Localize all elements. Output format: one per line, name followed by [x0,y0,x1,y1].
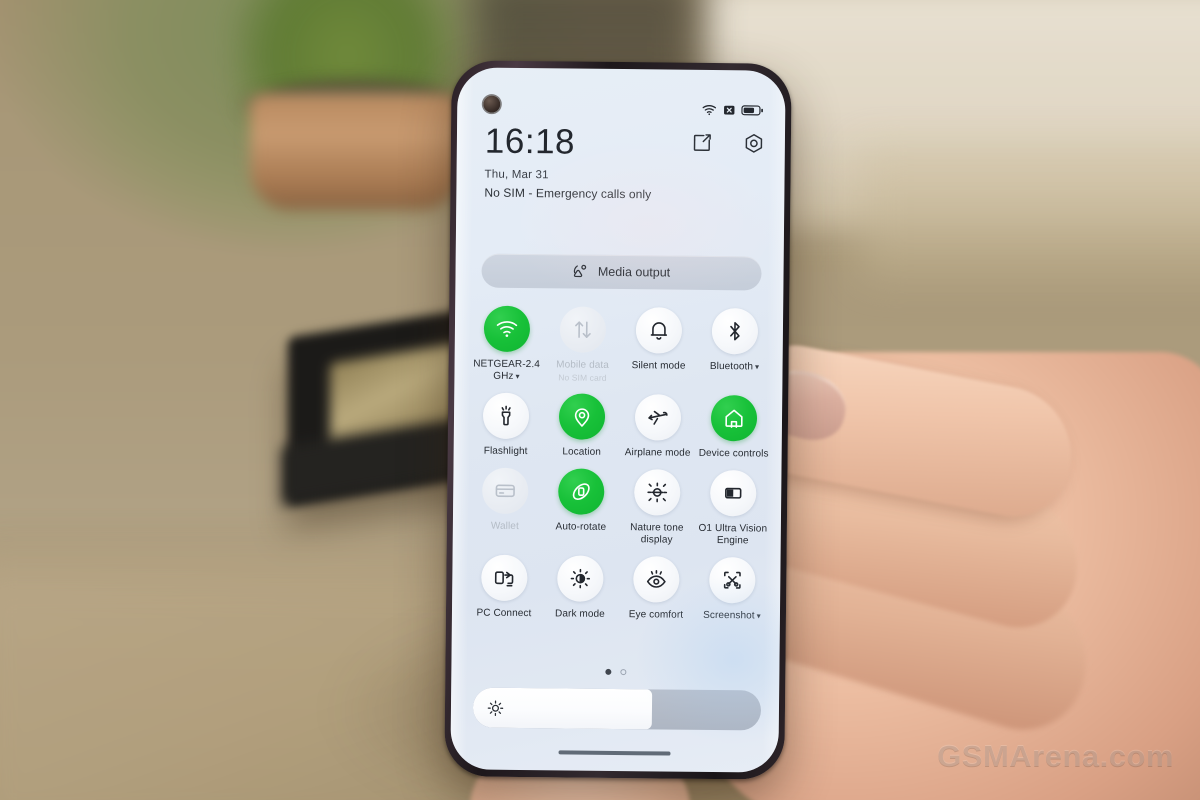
quick-tile-dark-mode[interactable]: Dark mode [542,549,619,621]
vibrate-icon [724,105,735,115]
airplane-icon [634,394,682,441]
quick-tile-location[interactable]: Location [544,387,621,459]
quick-tile-label: Device controls [698,447,769,460]
brightness-slider[interactable] [472,687,762,731]
wallet-card-icon [482,467,529,515]
quick-tile-device-controls[interactable]: Device controls [696,389,773,461]
home-icon [710,394,758,442]
page-dot-1[interactable] [604,668,611,675]
quick-tile-label: Mobile data [556,359,610,371]
sun-gear-icon [634,469,681,516]
settings-gear-icon[interactable] [743,132,765,154]
battery-icon [741,105,763,116]
background-flower-pot [250,95,460,210]
clock-date: Thu, Mar 31 [484,168,549,182]
header-actions [691,132,765,155]
quick-tile-label: PC Connect [476,607,532,620]
gesture-navigation-bar[interactable] [558,750,671,756]
smartphone-device: 16:18 Thu, Mar 31 No SIM - Emergency cal… [444,60,792,780]
photo-scene: 16:18 Thu, Mar 31 No SIM - Emergency cal… [0,0,1200,800]
quick-tile-label: Wallet [490,520,519,532]
chevron-down-icon[interactable]: ▾ [755,362,759,371]
media-output-label: Media output [597,264,671,280]
quick-tile-flashlight[interactable]: Flashlight [468,386,545,458]
quick-tile-o1-ultra-vision-engine[interactable]: O1 Ultra Vision Engine [695,464,772,548]
quick-tile-label: Silent mode [631,360,686,372]
quick-tile-label: Nature tone display [630,522,684,546]
bluetooth-icon [711,307,759,355]
quick-tile-auto-rotate[interactable]: Auto-rotate [543,462,620,546]
status-bar [702,104,763,117]
page-indicator [451,667,779,676]
quick-tile-label: Flashlight [483,445,528,458]
background-wall-lower [860,150,1200,280]
chevron-down-icon[interactable]: ▾ [515,372,519,381]
quick-tile-mobile-data[interactable]: Mobile data No SIM card [544,300,621,384]
quick-tile-netgear-2-4-ghz[interactable]: NETGEAR-2.4 GHz ▾ [468,299,545,383]
wifi-icon [483,305,531,353]
quick-tile-label: Dark mode [555,608,605,620]
chevron-down-icon[interactable]: ▾ [757,611,761,620]
contrast-sun-icon [557,555,604,602]
phone-screen: 16:18 Thu, Mar 31 No SIM - Emergency cal… [450,67,786,773]
quick-tile-label: Location [562,446,602,458]
eye-icon [633,556,680,603]
quick-tile-label: Airplane mode [624,447,691,459]
sim-status: No SIM - Emergency calls only [484,185,652,202]
quick-tile-nature-tone-display[interactable]: Nature tone display [619,463,696,547]
quick-tile-label: Auto-rotate [555,521,607,533]
media-output-button[interactable]: Media output [481,253,762,291]
quick-tile-screenshot[interactable]: Screenshot ▾ [694,551,771,623]
front-camera-punch-hole [483,95,501,113]
bell-icon [635,307,683,354]
auto-rotate-icon [558,468,605,515]
quick-tile-airplane-mode[interactable]: Airplane mode [620,388,697,460]
quick-tile-pc-connect[interactable]: PC Connect [466,548,543,620]
quick-tile-eye-comfort[interactable]: Eye comfort [618,550,695,622]
quick-tile-wallet[interactable]: Wallet [467,461,544,545]
quick-tile-silent-mode[interactable]: Silent mode [620,301,697,385]
quick-tile-sublabel: No SIM card [558,372,607,383]
pc-connect-icon [481,554,528,602]
flashlight-icon [482,392,530,440]
edit-icon[interactable] [691,132,713,154]
location-pin-icon [558,393,606,440]
page-dot-2[interactable] [619,669,626,676]
quick-tile-label: O1 Ultra Vision Engine [698,522,768,547]
data-arrows-icon [559,306,607,353]
quick-tile-label: Eye comfort [628,609,684,621]
cast-icon [574,264,587,278]
quick-settings-grid: NETGEAR-2.4 GHz ▾ Mobile data No SIM card Si… [466,299,773,622]
screenshot-scissors-icon [709,556,756,604]
quick-tile-label: Bluetooth ▾ [709,360,760,373]
quick-tile-label: Screenshot ▾ [703,609,761,622]
wifi-icon [702,105,717,116]
half-fill-icon [710,469,757,517]
quick-tile-bluetooth[interactable]: Bluetooth ▾ [696,302,773,386]
brightness-sun-icon [487,699,504,716]
quick-tile-label: NETGEAR-2.4 GHz ▾ [473,358,540,382]
